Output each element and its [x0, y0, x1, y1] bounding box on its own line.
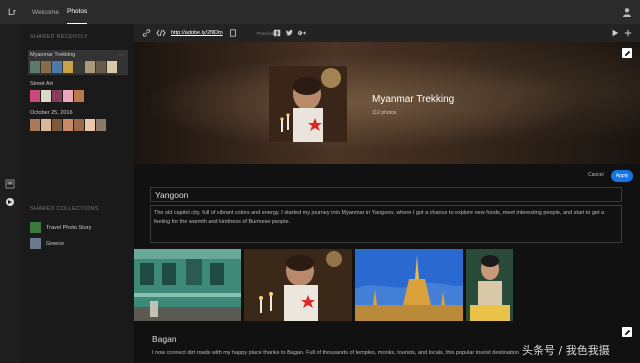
- text-line: The old capitol city, full of vibrant co…: [154, 210, 605, 216]
- lightroom-logo[interactable]: Lr: [0, 0, 24, 24]
- add-icon[interactable]: [624, 28, 632, 38]
- album-street-art[interactable]: Street Art: [28, 79, 128, 104]
- cover-photo[interactable]: [269, 66, 347, 142]
- shared-collections-title: SHARED COLLECTIONS: [30, 206, 99, 212]
- pencil-icon: [624, 329, 630, 335]
- more-icon[interactable]: ⋯: [118, 52, 124, 59]
- twitter-icon[interactable]: [285, 28, 294, 38]
- section-heading-field[interactable]: Yangoon: [150, 187, 622, 202]
- shared-recently-title: SHARED RECENTLY: [30, 34, 88, 40]
- photos-icon[interactable]: [5, 179, 15, 189]
- collection-thumbnail: [30, 222, 41, 233]
- thumbnail: [30, 61, 40, 73]
- sidebar: SHARED RECENTLY Myanmar Trekking ⋯ Stree…: [20, 24, 134, 363]
- thumbnail: [74, 90, 84, 102]
- user-icon[interactable]: [622, 7, 632, 17]
- photo-pagoda[interactable]: [355, 249, 463, 321]
- top-bar: Lr Welcome Photos: [0, 0, 640, 24]
- thumbnail: [52, 61, 62, 73]
- thumbnail: [30, 90, 40, 102]
- collection-greece[interactable]: Greece: [30, 238, 64, 249]
- section-text-field[interactable]: The old capitol city, full of vibrant co…: [150, 205, 622, 243]
- photo-street[interactable]: [134, 249, 241, 321]
- thumbnail: [85, 119, 95, 131]
- edit-header-button[interactable]: [622, 48, 632, 58]
- photo-image: [466, 249, 513, 321]
- thumbnail: [96, 61, 106, 73]
- album-name: October 25, 2016: [30, 110, 73, 116]
- shared-icon[interactable]: [5, 197, 15, 207]
- copy-icon[interactable]: [229, 28, 237, 38]
- section-heading: Bagan: [152, 334, 177, 344]
- tab-photos[interactable]: Photos: [66, 0, 88, 24]
- thumbnail: [74, 119, 84, 131]
- collection-travel-photo-story[interactable]: Travel Photo Story: [30, 222, 91, 233]
- watermark: 头条号 / 我色我摄: [522, 344, 610, 357]
- photo-count: 112 photos: [372, 110, 397, 116]
- thumbnail: [85, 61, 95, 73]
- thumbnail: [41, 90, 51, 102]
- link-icon[interactable]: [142, 28, 151, 38]
- photo-image: [134, 249, 241, 321]
- photo-monk-candles[interactable]: [244, 249, 352, 321]
- thumbnail: [52, 90, 62, 102]
- thumbnail: [96, 119, 106, 131]
- thumbnail: [41, 61, 51, 73]
- thumbnail: [41, 119, 51, 131]
- album-name: Myanmar Trekking: [30, 52, 76, 58]
- album-thumbnails: [30, 90, 126, 102]
- thumbnail: [63, 119, 73, 131]
- thumbnail: [63, 90, 73, 102]
- left-rail: [0, 24, 20, 363]
- photo-image: [355, 249, 463, 321]
- photo-image: [244, 249, 352, 321]
- album-myanmar-trekking[interactable]: Myanmar Trekking ⋯: [28, 50, 128, 75]
- collection-thumbnail: [30, 238, 41, 249]
- facebook-icon[interactable]: [273, 28, 281, 38]
- share-bar: http://adobe.ly/2fllDtn Post link on:: [134, 24, 640, 42]
- play-slideshow-icon[interactable]: [611, 28, 619, 38]
- pencil-icon: [624, 50, 630, 56]
- embed-code-icon[interactable]: [156, 28, 166, 38]
- thumbnail: [52, 119, 62, 131]
- photo-vendor[interactable]: [466, 249, 513, 321]
- thumbnail: [107, 61, 117, 73]
- share-link[interactable]: http://adobe.ly/2fllDtn: [171, 28, 223, 38]
- album-name: Street Art: [30, 81, 53, 87]
- edit-section-button[interactable]: [622, 327, 632, 337]
- thumbnail: [63, 61, 73, 73]
- cancel-button[interactable]: Cancel: [588, 172, 604, 178]
- collection-name: Travel Photo Story: [46, 224, 92, 231]
- collection-name: Greece: [46, 240, 65, 247]
- album-header: Myanmar Trekking 112 photos: [134, 42, 640, 164]
- album-thumbnails: [30, 61, 126, 73]
- tab-welcome[interactable]: Welcome: [32, 0, 59, 24]
- album-thumbnails: [30, 119, 126, 131]
- thumbnail: [30, 119, 40, 131]
- google-plus-icon[interactable]: [297, 28, 306, 38]
- album-title: Myanmar Trekking: [372, 94, 455, 105]
- cover-image: [269, 66, 347, 142]
- apply-button[interactable]: Apply: [611, 170, 633, 182]
- album-october-25-2016[interactable]: October 25, 2016: [28, 108, 128, 133]
- text-line: feeling for the warmth and kindness of B…: [154, 219, 291, 225]
- thumbnail: [74, 61, 84, 73]
